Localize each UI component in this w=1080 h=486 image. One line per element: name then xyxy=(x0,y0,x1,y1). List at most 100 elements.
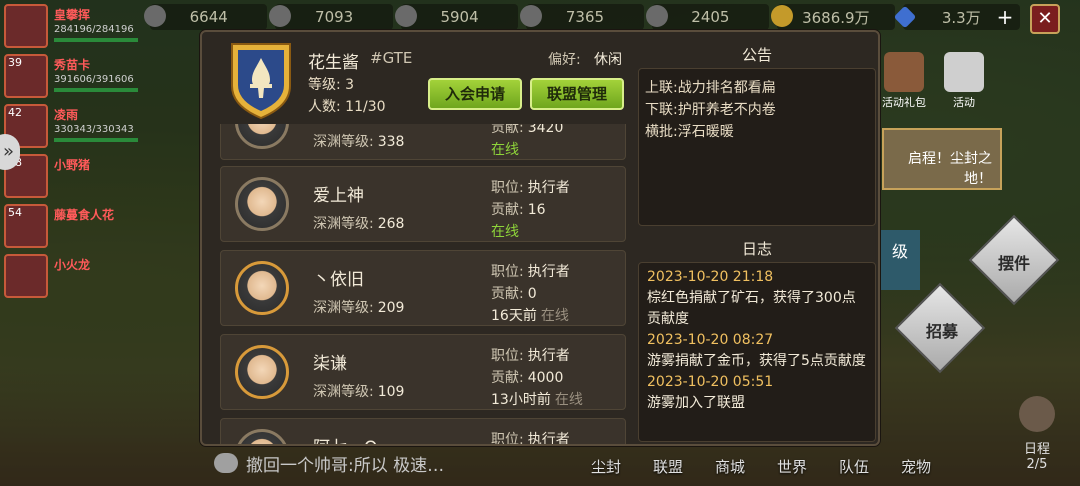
hero-hp: 330343/330343 xyxy=(54,124,134,135)
position-label: 职位: xyxy=(491,264,524,280)
log-text: 游雾捐献了金币，获得了5点贡献度 xyxy=(647,353,866,369)
resource-3: 5904 xyxy=(394,4,519,30)
online-suffix: 在线 xyxy=(540,308,569,324)
nav-item-3[interactable]: 商城 xyxy=(699,448,761,482)
resource-5: 2405 xyxy=(645,4,770,30)
hero-level: 42 xyxy=(8,106,22,119)
resource-6: 3686.9万 xyxy=(771,4,895,30)
member-card[interactable]: 爱上神 深渊等级: 268 职位: 执行者 贡献: 16 在线 xyxy=(220,166,626,242)
hero-level: 54 xyxy=(8,206,22,219)
position-value: 执行者 xyxy=(527,432,570,444)
position-label: 职位: xyxy=(491,348,524,364)
hero-hp: 391606/391606 xyxy=(54,74,134,85)
member-card[interactable]: 阿七・Q 职位:执行者 xyxy=(220,418,626,444)
hero-hp-bar xyxy=(54,88,138,92)
schedule-label: 日程 xyxy=(1023,442,1050,457)
guild-members-label: 人数: xyxy=(308,99,341,115)
roster-entry[interactable]: 68小野猪 xyxy=(0,150,150,200)
gear-icon xyxy=(269,5,292,27)
schedule-count: 2/5 xyxy=(1026,457,1048,472)
nav-item-2[interactable]: 联盟 xyxy=(637,448,699,482)
contribution-value: 4000 xyxy=(527,370,564,386)
gold-icon xyxy=(771,5,794,27)
log-box[interactable]: 2023-10-20 21:18 棕红色捐献了矿石，获得了300点贡献度 2023-… xyxy=(638,262,876,442)
status-value: 16天前 xyxy=(491,308,537,324)
roster-entry[interactable]: 54 藤蔓食人花 xyxy=(0,200,150,250)
activity-label: 活动 xyxy=(953,96,975,109)
recruit-label: 招募 xyxy=(926,322,959,341)
gem-icon xyxy=(893,5,916,29)
nav-item-4[interactable]: 世界 xyxy=(761,448,823,482)
resource-1: 6644 xyxy=(144,4,268,30)
member-contribution: 贡献: 16 xyxy=(491,199,546,219)
activity-button[interactable]: 活动 xyxy=(944,52,984,110)
journey-banner[interactable]: 启程！尘封之地！ xyxy=(882,128,1002,190)
guild-emblem-icon xyxy=(231,43,291,120)
member-abyss-level: 深渊等级: 109 xyxy=(313,381,404,401)
nav-item-6[interactable]: 宠物 xyxy=(885,448,947,482)
abyss-label: 深渊等级: xyxy=(313,300,374,316)
member-card[interactable]: 丶依旧 深渊等级: 209 职位: 执行者 贡献: 0 16天前 在线 xyxy=(220,250,626,326)
roster-entry[interactable]: 39 秀苗卡 391606/391606 xyxy=(0,50,150,100)
member-position: 职位: 执行者 xyxy=(491,177,570,197)
schedule-button[interactable]: 日程 2/5 xyxy=(1014,396,1060,472)
calendar-icon xyxy=(944,52,984,92)
guild-members-value: 11/30 xyxy=(345,99,386,115)
add-gem-button[interactable]: + xyxy=(994,6,1016,28)
join-requests-button[interactable]: 入会申请 xyxy=(428,78,522,110)
resource-value: 7365 xyxy=(565,8,605,26)
contribution-value: 3420 xyxy=(527,124,564,136)
nav-item-1[interactable]: 尘封 xyxy=(575,448,637,482)
member-card[interactable]: 柒谦 深渊等级: 109 职位: 执行者 贡献: 4000 13小时前 在线 xyxy=(220,334,626,410)
member-name: 阿七・Q xyxy=(313,433,377,444)
tools-label: 摆件 xyxy=(998,254,1031,273)
resource-value: 7093 xyxy=(315,8,354,26)
close-icon[interactable]: ✕ xyxy=(1030,4,1060,34)
abyss-value: 268 xyxy=(377,216,405,232)
resource-value: 3686.9万 xyxy=(802,8,870,27)
log-entry: 2023-10-20 21:18 棕红色捐献了矿石，获得了300点贡献度 xyxy=(647,267,867,330)
online-suffix: 在线 xyxy=(554,392,583,408)
guild-header: 花生酱 #GTE 偏好: 休闲 等级: 3 人数: 11/30 入会申请 联盟管… xyxy=(202,32,632,124)
resource-4: 7365 xyxy=(520,4,644,30)
hero-hp: 284196/284196 xyxy=(54,24,134,35)
chat-text: 撤回一个帅哥:所以 极速… xyxy=(246,455,445,476)
crystal-icon xyxy=(394,5,417,27)
resource-value: 5904 xyxy=(440,8,479,26)
abyss-label: 深渊等级: xyxy=(313,216,374,232)
member-contribution: 贡献: 0 xyxy=(491,283,537,303)
position-value: 执行者 xyxy=(527,180,570,196)
hero-name: 凌雨 xyxy=(54,108,79,122)
status-value: 在线 xyxy=(491,142,519,158)
roster-entry[interactable]: 皇攀挥 284196/284196 xyxy=(0,0,150,50)
guild-manage-button[interactable]: 联盟管理 xyxy=(530,78,624,110)
abyss-label: 深渊等级: xyxy=(313,134,374,150)
contribution-value: 16 xyxy=(527,202,546,218)
chat-bubble-icon xyxy=(214,453,238,473)
roster-entry[interactable]: 小火龙 xyxy=(0,250,150,300)
hero-name: 小野猪 xyxy=(54,158,91,172)
resource-value: 3.3万 xyxy=(941,8,981,27)
position-value: 执行者 xyxy=(527,348,570,364)
roster-entry[interactable]: 42 凌雨 330343/330343 xyxy=(0,100,150,150)
gift-icon xyxy=(884,52,924,92)
member-abyss-level: 深渊等级: 338 xyxy=(313,131,404,151)
activity-gift-button[interactable]: 活动礼包 xyxy=(882,52,926,110)
contribution-value: 0 xyxy=(527,286,537,302)
guild-name: 花生酱 xyxy=(308,53,359,73)
level-badge: 级 xyxy=(880,230,920,290)
position-label: 职位: xyxy=(491,180,524,196)
member-list[interactable]: 深渊等级: 338 贡献: 3420 在线 爱上神 深渊等级: 268 职位: 执行者 贡献: 16 在… xyxy=(220,124,626,444)
notice-line: 上联:战力排名都看扁 xyxy=(645,80,776,96)
resource-value: 2405 xyxy=(691,8,730,26)
member-card[interactable]: 深渊等级: 338 贡献: 3420 在线 xyxy=(220,124,626,160)
member-name: 爱上神 xyxy=(313,186,364,206)
member-avatar xyxy=(235,177,289,231)
log-entry: 2023-10-20 08:27 游雾捐献了金币，获得了5点贡献度 xyxy=(647,330,867,372)
chat-bar[interactable]: 撤回一个帅哥:所以 极速… xyxy=(214,450,444,476)
member-abyss-level: 深渊等级: 209 xyxy=(313,297,404,317)
nav-item-5[interactable]: 队伍 xyxy=(823,448,885,482)
hero-name: 秀苗卡 xyxy=(54,58,91,72)
status-value: 13小时前 xyxy=(491,392,551,408)
hero-avatar xyxy=(4,254,48,298)
